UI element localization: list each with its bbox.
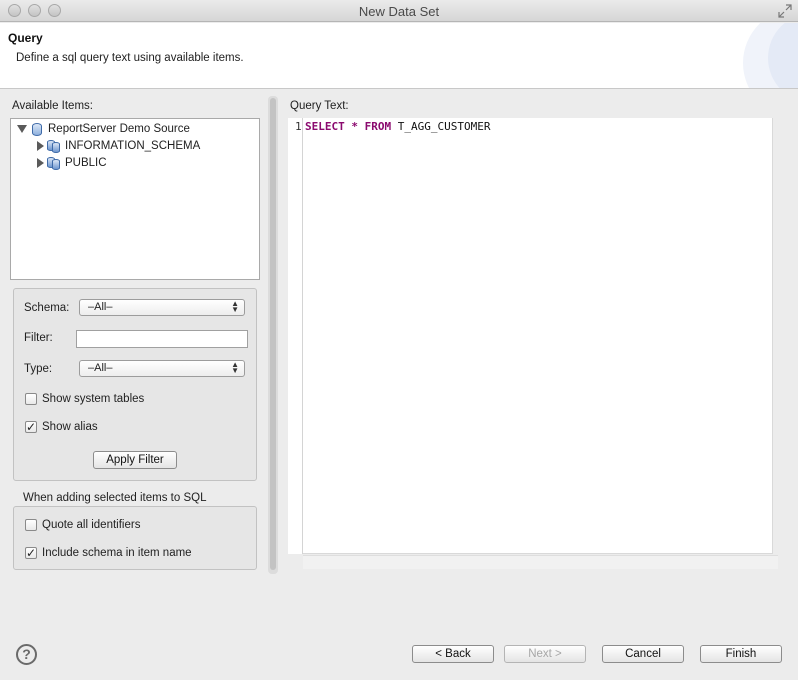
query-editor[interactable]: 1 SELECT * FROM T_AGG_CUSTOMER — [288, 118, 773, 554]
sql-options-group: Quote all identifiers ✓ Include schema i… — [13, 506, 257, 570]
quote-identifiers-checkbox[interactable] — [25, 519, 37, 531]
back-button[interactable]: < Back — [412, 645, 494, 663]
editor-horizontal-scrollbar[interactable] — [303, 555, 778, 569]
sql-star: * — [351, 120, 358, 133]
expanded-arrow-icon[interactable] — [17, 125, 27, 133]
schema-select[interactable]: –All– ▲ ▼ — [79, 299, 245, 316]
updown-arrows-icon: ▲ ▼ — [231, 299, 239, 314]
schema-label: Schema: — [24, 302, 70, 314]
tree-item-label: ReportServer Demo Source — [48, 123, 190, 135]
show-system-tables-checkbox[interactable] — [25, 393, 37, 405]
new-data-set-window: New Data Set Query Define a sql query te… — [0, 0, 798, 680]
title-bar: New Data Set — [0, 0, 798, 22]
sql-keyword-select: SELECT — [305, 120, 345, 133]
next-button[interactable]: Next > — [504, 645, 586, 663]
tree-item-label: INFORMATION_SCHEMA — [65, 140, 201, 152]
splitter-thumb[interactable] — [270, 98, 276, 570]
query-text-label: Query Text: — [290, 100, 349, 112]
tree-item-label: PUBLIC — [65, 157, 107, 169]
schema-icon — [47, 139, 61, 153]
tree-item-datasource[interactable]: ReportServer Demo Source — [17, 121, 190, 137]
query-code-line[interactable]: SELECT * FROM T_AGG_CUSTOMER — [305, 120, 490, 133]
available-items-label: Available Items: — [12, 100, 93, 112]
page-title: Query — [8, 31, 43, 45]
include-schema-label: Include schema in item name — [42, 547, 192, 559]
filter-group: Schema: –All– ▲ ▼ Filter: Type: –All– ▲ ▼ … — [13, 288, 257, 481]
quote-identifiers-label: Quote all identifiers — [42, 519, 141, 531]
window-title: New Data Set — [358, 4, 440, 19]
database-icon — [32, 122, 42, 136]
sql-table-name: T_AGG_CUSTOMER — [397, 120, 491, 133]
type-select[interactable]: –All– ▲ ▼ — [79, 360, 245, 377]
line-number-gutter: 1 — [288, 118, 303, 554]
collapsed-arrow-icon[interactable] — [37, 141, 44, 151]
tree-item-public[interactable]: PUBLIC — [37, 155, 107, 171]
line-number: 1 — [295, 120, 302, 133]
include-schema-checkbox[interactable]: ✓ — [25, 547, 37, 559]
filter-input[interactable] — [76, 330, 248, 348]
schema-select-value: –All– — [88, 301, 113, 313]
finish-button[interactable]: Finish — [700, 645, 782, 663]
wizard-header: Query Define a sql query text using avai… — [0, 23, 798, 89]
schema-icon — [47, 156, 61, 170]
tree-item-information-schema[interactable]: INFORMATION_SCHEMA — [37, 138, 200, 154]
help-icon[interactable]: ? — [16, 644, 37, 665]
panel-splitter[interactable] — [268, 96, 278, 574]
collapsed-arrow-icon[interactable] — [37, 158, 44, 168]
sql-keyword-from: FROM — [364, 120, 392, 133]
header-decoration-icon — [743, 23, 798, 88]
filter-label: Filter: — [24, 332, 53, 344]
cancel-button[interactable]: Cancel — [602, 645, 684, 663]
show-alias-label: Show alias — [42, 421, 98, 433]
apply-filter-button[interactable]: Apply Filter — [93, 451, 177, 469]
type-label: Type: — [24, 363, 53, 375]
show-system-tables-label: Show system tables — [42, 393, 145, 405]
available-items-tree[interactable]: ReportServer Demo Source INFORMATION_SCH… — [10, 118, 260, 280]
show-alias-checkbox[interactable]: ✓ — [25, 421, 37, 433]
sql-options-label: When adding selected items to SQL — [23, 492, 207, 504]
fullscreen-icon[interactable] — [778, 4, 792, 18]
type-select-value: –All– — [88, 362, 113, 374]
updown-arrows-icon: ▲ ▼ — [231, 360, 239, 375]
page-description: Define a sql query text using available … — [16, 52, 244, 64]
